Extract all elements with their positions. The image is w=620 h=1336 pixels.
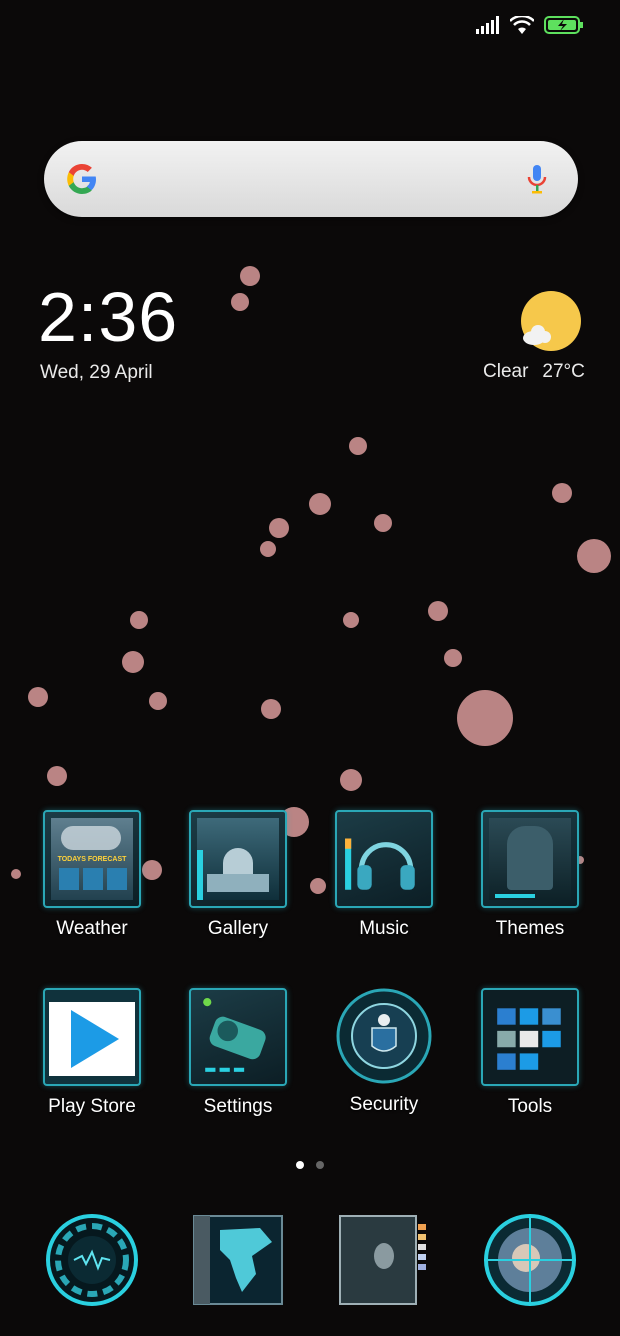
page-dot — [316, 1161, 324, 1169]
wallpaper-bubble — [340, 769, 362, 791]
dock-camera[interactable] — [482, 1212, 578, 1308]
app-tools[interactable]: Tools — [460, 988, 600, 1118]
play-store-icon — [43, 988, 141, 1086]
google-search-bar[interactable] — [44, 141, 578, 217]
clock-date[interactable]: Wed, 29 April — [40, 362, 153, 384]
weather-condition: Clear — [483, 361, 529, 382]
wallpaper-bubble — [343, 612, 359, 628]
app-music[interactable]: Music — [314, 810, 454, 940]
weather-tile-text: TODAYS FORECAST — [57, 856, 127, 863]
mic-icon[interactable] — [526, 163, 548, 195]
gallery-app-icon — [189, 810, 287, 908]
messages-icon — [339, 1215, 426, 1305]
app-label-weather: Weather — [56, 918, 128, 939]
security-seal-icon — [336, 988, 432, 1084]
app-gallery[interactable]: Gallery — [168, 810, 308, 940]
app-label-play-store: Play Store — [48, 1096, 136, 1117]
app-label-themes: Themes — [495, 918, 565, 939]
dock-map[interactable] — [190, 1212, 286, 1308]
app-themes[interactable]: Themes — [460, 810, 600, 940]
google-logo — [67, 164, 96, 194]
map-icon — [193, 1215, 283, 1305]
wallpaper-bubble — [149, 692, 167, 710]
wallpaper-bubble — [261, 699, 281, 719]
dock-messages[interactable] — [336, 1212, 432, 1308]
wallpaper-bubble — [374, 514, 392, 532]
app-label-music: Music — [359, 918, 409, 939]
wallpaper-bubble — [231, 293, 249, 311]
weather-app-icon: TODAYS FORECAST — [43, 810, 141, 908]
app-label-gallery: Gallery — [207, 918, 269, 939]
page-dot-active — [296, 1161, 304, 1169]
weather-summary[interactable]: Clear 27°C — [483, 361, 585, 383]
page-indicator — [296, 1161, 324, 1169]
wallpaper-bubble — [122, 651, 144, 673]
app-weather[interactable]: TODAYS FORECAST Weather — [22, 810, 162, 940]
app-settings[interactable]: Settings — [168, 988, 308, 1118]
wallpaper-bubble — [28, 687, 48, 707]
sun-cloud-icon[interactable] — [518, 290, 582, 354]
app-label-security: Security — [349, 1094, 419, 1115]
battery-charging-icon — [544, 16, 583, 34]
wallpaper-bubble — [269, 518, 289, 538]
weather-temperature: 27°C — [542, 361, 585, 382]
app-play-store[interactable]: Play Store — [22, 988, 162, 1118]
wallpaper-bubble — [260, 541, 276, 557]
wifi-icon — [510, 16, 534, 34]
camera-target-icon — [484, 1214, 576, 1306]
dock-phone[interactable] — [44, 1212, 140, 1308]
wallpaper-bubble — [552, 483, 572, 503]
gear-icon — [189, 988, 287, 1086]
wallpaper-bubble — [444, 649, 462, 667]
app-security[interactable]: Security — [314, 988, 454, 1116]
app-label-settings: Settings — [203, 1096, 273, 1117]
wallpaper-bubble — [577, 539, 611, 573]
wallpaper-bubble — [309, 493, 331, 515]
wallpaper-bubble — [11, 869, 21, 879]
wallpaper-bubble — [47, 766, 67, 786]
wallpaper-bubble — [130, 611, 148, 629]
themes-app-icon — [481, 810, 579, 908]
wallpaper-bubble — [349, 437, 367, 455]
signal-icon — [476, 16, 499, 34]
wallpaper-bubble — [240, 266, 260, 286]
clock-time[interactable]: 2:36 — [38, 282, 178, 352]
app-label-tools: Tools — [507, 1096, 553, 1117]
wallpaper-bubble — [428, 601, 448, 621]
phone-ring-icon — [46, 1214, 138, 1306]
status-bar — [476, 16, 584, 34]
wallpaper-bubble — [457, 690, 513, 746]
tools-folder-icon — [481, 988, 579, 1086]
headphones-icon — [335, 810, 433, 908]
